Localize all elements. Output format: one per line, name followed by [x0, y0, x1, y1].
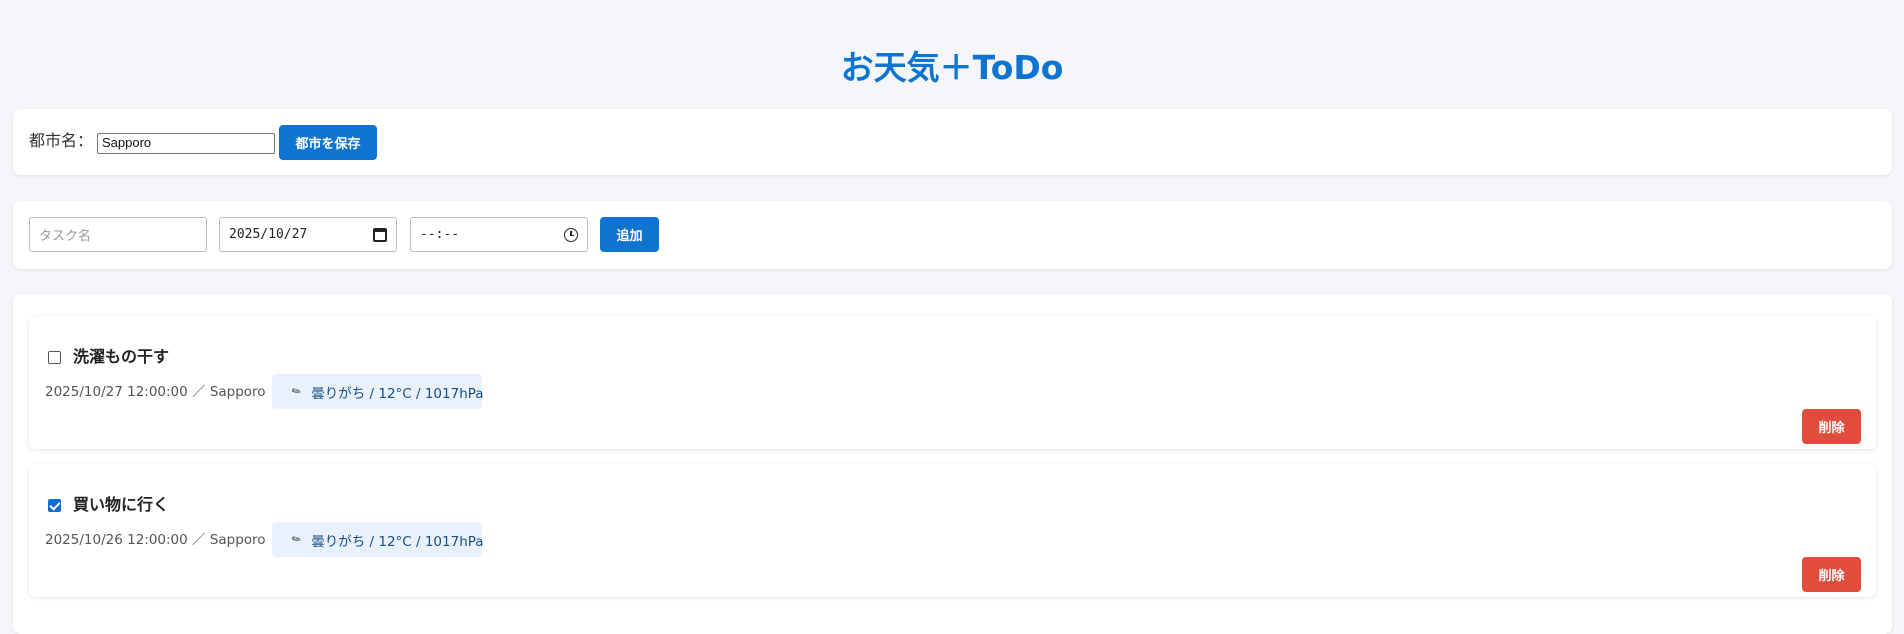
weather-text: 曇りがち / 12°C / 1017hPa	[311, 385, 484, 402]
add-task-button[interactable]: 追加	[600, 217, 659, 252]
cloud-icon: ✎	[289, 531, 304, 548]
task-title: 買い物に行く	[73, 495, 170, 514]
calendar-icon[interactable]	[373, 227, 387, 242]
city-input[interactable]: Sapporo	[97, 133, 275, 154]
task-meta: 2025/10/26 12:00:00 ／ Sapporo	[45, 532, 266, 548]
task-checkbox[interactable]	[48, 499, 61, 512]
task-meta: 2025/10/27 12:00:00 ／ Sapporo	[45, 384, 266, 400]
task-time-input[interactable]: --:--	[410, 217, 588, 252]
task-name-input[interactable]: タスク名	[29, 217, 207, 252]
save-city-button[interactable]: 都市を保存	[279, 125, 377, 160]
city-label: 都市名：	[29, 131, 94, 150]
page-title: お天気＋ToDo	[840, 48, 1064, 87]
add-task-card: タスク名 2025/10/27 --:-- 追加	[13, 201, 1892, 269]
delete-button[interactable]: 削除	[1802, 557, 1861, 592]
weather-badge: ✎ 曇りがち / 12°C / 1017hPa	[272, 374, 484, 409]
task-date-input[interactable]: 2025/10/27	[219, 217, 397, 252]
task-list-card: 洗濯もの干す 2025/10/27 12:00:00 ／ Sapporo ✎ 曇…	[13, 294, 1892, 634]
task-title: 洗濯もの干す	[73, 347, 170, 366]
task-item: 洗濯もの干す 2025/10/27 12:00:00 ／ Sapporo ✎ 曇…	[29, 316, 1876, 449]
city-settings-card: 都市名： Sapporo 都市を保存	[13, 109, 1892, 175]
time-value: --:--	[420, 227, 460, 242]
cloud-icon: ✎	[289, 383, 304, 400]
weather-text: 曇りがち / 12°C / 1017hPa	[311, 533, 484, 550]
task-item: 買い物に行く 2025/10/26 12:00:00 ／ Sapporo ✎ 曇…	[29, 464, 1876, 597]
task-checkbox[interactable]	[48, 351, 61, 364]
clock-icon[interactable]	[564, 227, 578, 242]
delete-button[interactable]: 削除	[1802, 409, 1861, 444]
weather-badge: ✎ 曇りがち / 12°C / 1017hPa	[272, 522, 484, 557]
date-value: 2025/10/27	[229, 227, 308, 242]
